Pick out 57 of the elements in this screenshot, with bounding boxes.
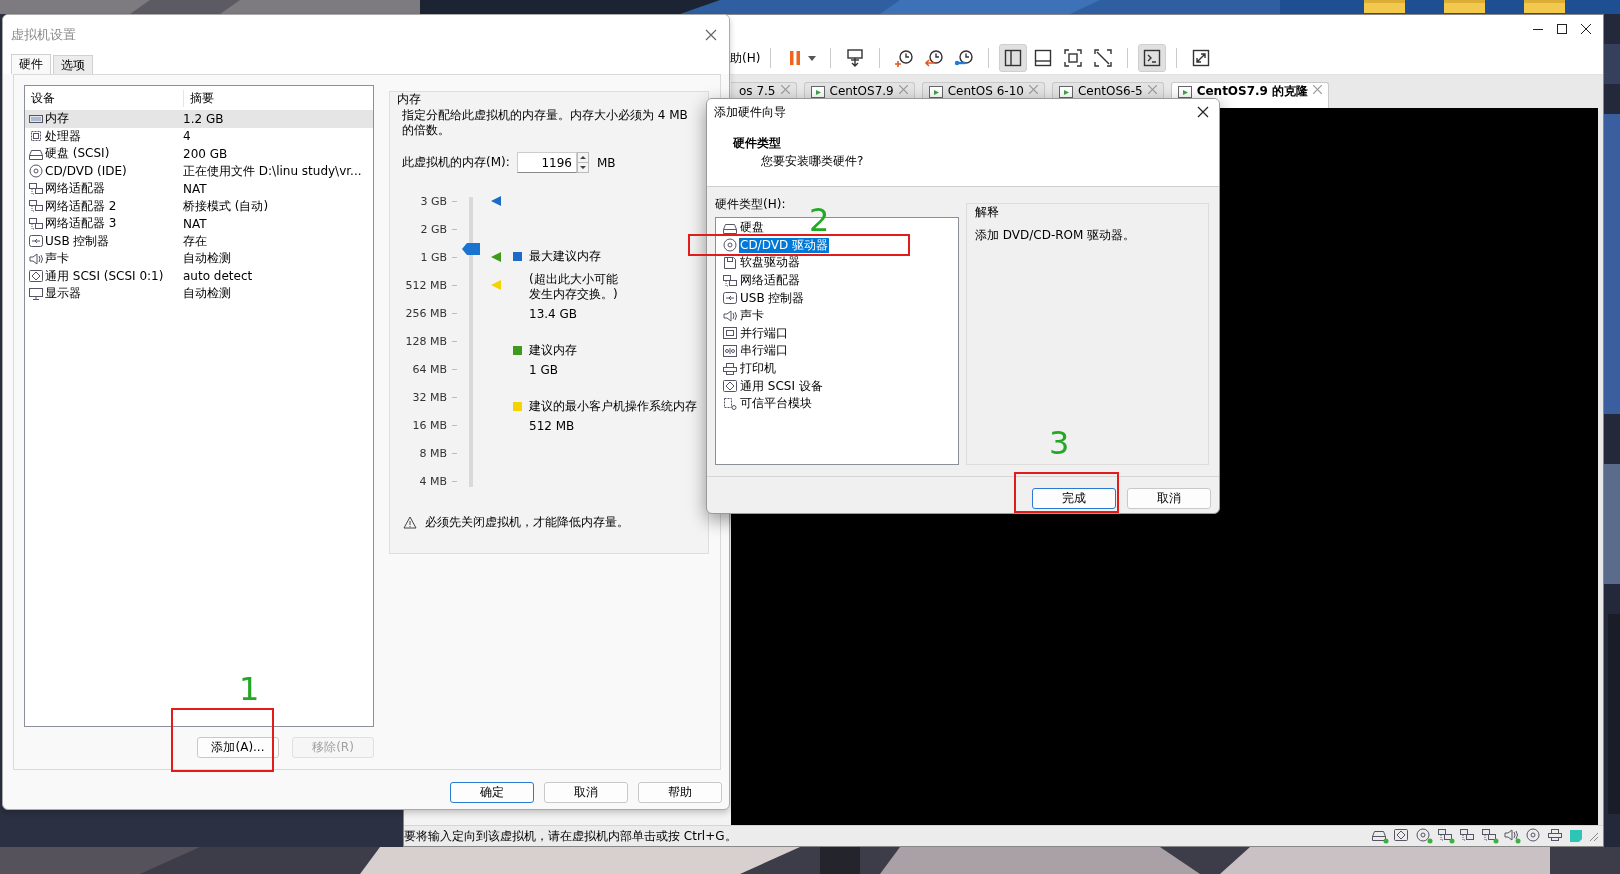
description-text: 指定分配给此虚拟机的内存量。内存大小必须为 4 MB 的倍数。 <box>402 108 689 138</box>
legend-note: (超出此大小可能发生内存交换。) <box>529 272 619 302</box>
table-cell-text: 存在 <box>183 232 208 250</box>
dialog-title: 虚拟机设置 <box>11 25 76 44</box>
legend-value: 13.4 GB <box>529 307 579 322</box>
explanation-text: 添加 DVD/CD-ROM 驱动器。 <box>975 227 1137 244</box>
table-cell-text: 自动检测 <box>183 285 232 303</box>
table-cell: 硬盘 (SCSI) <box>45 145 110 163</box>
scale-label: 32 MB <box>412 390 447 404</box>
scale-label: 64 MB <box>412 362 447 376</box>
table-cell-text: NAT <box>183 216 208 231</box>
table-cell: 网络适配器 2 <box>45 197 117 215</box>
scale-label: 128 MB <box>405 334 447 348</box>
table-cell: CD/DVD (IDE) <box>45 164 127 179</box>
status-text: 要将输入定向到该虚拟机，请在虚拟机内部单击或按 Ctrl+G。 <box>404 827 737 845</box>
legend-label: 建议内存 <box>529 343 577 358</box>
column-header: 摘要 <box>183 89 373 107</box>
scale-label: 256 MB <box>405 306 447 320</box>
legend-value: 1 GB <box>529 363 559 378</box>
column-header: 设备 <box>31 89 56 107</box>
table-cell-text: 1.2 GB <box>183 111 225 126</box>
unit-label: MB <box>597 155 616 170</box>
group-title: 内存 <box>396 92 422 107</box>
table-cell: 声卡 <box>45 250 69 268</box>
step-number: 2 <box>809 204 830 236</box>
warning-text: 必须先关闭虚拟机，才能降低内存量。 <box>425 514 629 531</box>
step-number: 1 <box>239 673 260 705</box>
step-number: 3 <box>1049 427 1070 459</box>
table-cell-text: 自动检测 <box>183 250 232 268</box>
scale-label: 16 MB <box>412 418 447 432</box>
scale-label: 8 MB <box>419 446 447 460</box>
scale-label: 1 GB <box>420 250 447 264</box>
table-cell-text: 4 <box>183 129 192 144</box>
step-heading: 硬件类型 <box>733 136 782 151</box>
group-title: 解释 <box>975 204 1000 221</box>
table-cell-text: NAT <box>183 181 208 196</box>
field-label: 此虚拟机的内存(M): <box>402 154 511 171</box>
scale-label: 2 GB <box>420 222 447 236</box>
table-cell-text: 正在使用文件 D:\linu study\vr... <box>183 162 363 180</box>
scale-label: 512 MB <box>405 278 447 292</box>
table-cell: 网络适配器 <box>45 180 105 198</box>
list-label: 硬件类型(H): <box>715 196 787 212</box>
table-cell-text: auto detect <box>183 269 254 284</box>
table-cell: 处理器 <box>45 127 81 145</box>
table-cell: USB 控制器 <box>45 232 110 250</box>
legend-value: 512 MB <box>529 419 576 434</box>
table-cell: 网络适配器 3 <box>45 215 117 233</box>
table-cell: 显示器 <box>45 285 81 303</box>
table-cell-text: 桥接模式 (自动) <box>183 197 270 215</box>
table-cell: 通用 SCSI (SCSI 0:1) <box>45 267 164 285</box>
table-cell-text: 200 GB <box>183 146 229 161</box>
step-question: 您要安装哪类硬件? <box>761 154 865 169</box>
legend-label: 最大建议内存 <box>529 249 602 264</box>
legend-label: 建议的最小客户机操作系统内存 <box>529 399 697 414</box>
scale-label: 3 GB <box>420 194 447 208</box>
table-cell: 内存 <box>45 110 69 128</box>
scale-label: 4 MB <box>419 474 447 488</box>
